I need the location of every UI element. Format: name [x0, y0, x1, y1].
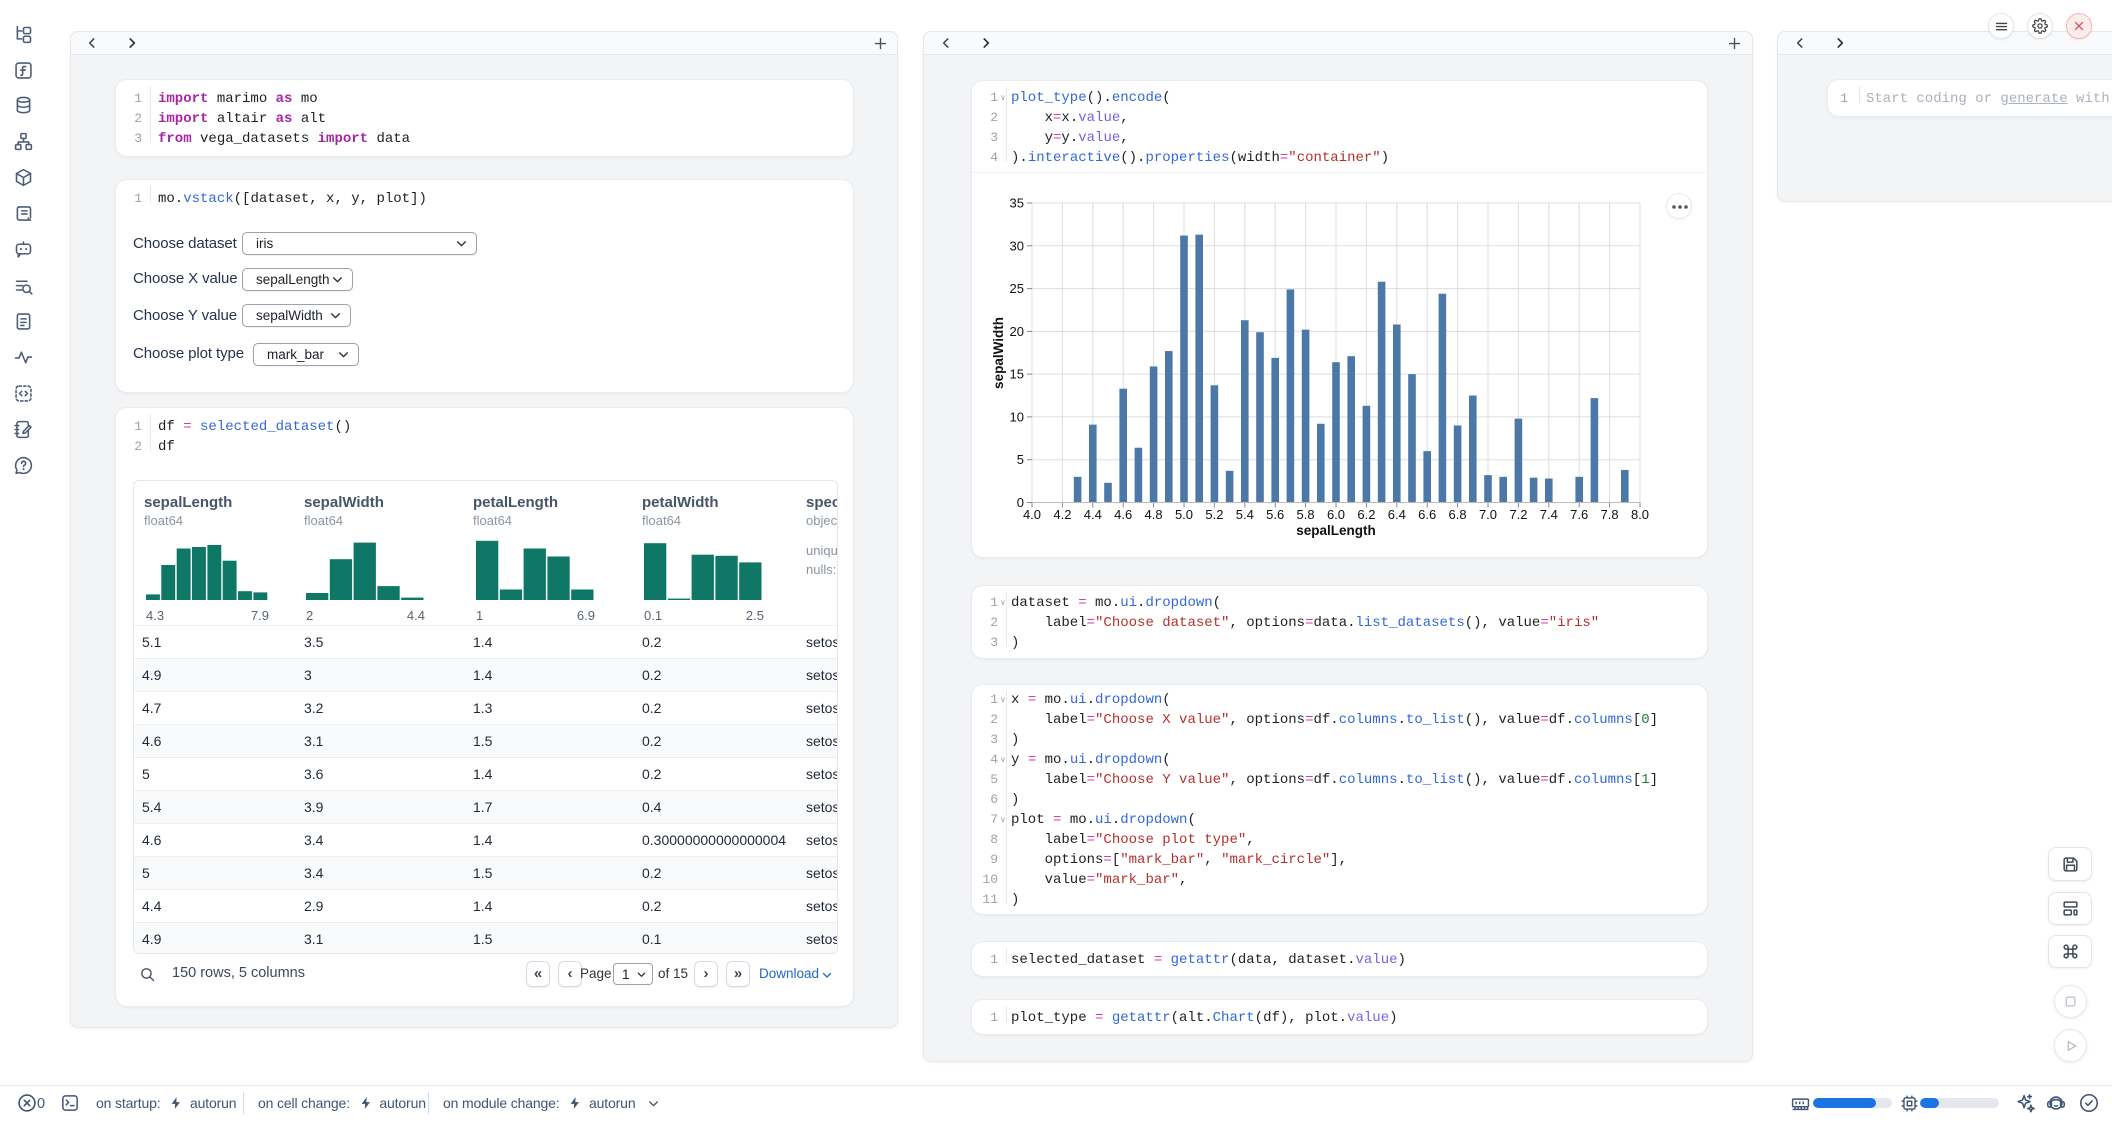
svg-text:30: 30 — [1010, 238, 1024, 253]
svg-text:7.2: 7.2 — [1509, 507, 1527, 522]
svg-text:5.4: 5.4 — [1236, 507, 1254, 522]
svg-text:15: 15 — [1010, 367, 1024, 382]
svg-text:20: 20 — [1010, 324, 1024, 339]
svg-text:4.8: 4.8 — [1145, 507, 1163, 522]
svg-text:sepalLength: sepalLength — [1296, 523, 1376, 538]
svg-text:0: 0 — [1017, 495, 1024, 510]
svg-text:4.6: 4.6 — [1114, 507, 1132, 522]
svg-text:4.0: 4.0 — [1023, 507, 1041, 522]
svg-text:4.4: 4.4 — [1084, 507, 1102, 522]
svg-text:8.0: 8.0 — [1631, 507, 1649, 522]
svg-text:7.4: 7.4 — [1540, 507, 1558, 522]
svg-text:35: 35 — [1010, 196, 1024, 211]
svg-text:6.4: 6.4 — [1388, 507, 1406, 522]
svg-text:5.0: 5.0 — [1175, 507, 1193, 522]
svg-text:6.2: 6.2 — [1357, 507, 1375, 522]
svg-text:sepalWidth: sepalWidth — [991, 317, 1006, 389]
svg-text:7.0: 7.0 — [1479, 507, 1497, 522]
svg-text:5.2: 5.2 — [1205, 507, 1223, 522]
svg-text:6.6: 6.6 — [1418, 507, 1436, 522]
svg-text:5.8: 5.8 — [1297, 507, 1315, 522]
svg-text:5.6: 5.6 — [1266, 507, 1284, 522]
svg-text:25: 25 — [1010, 281, 1024, 296]
svg-text:7.8: 7.8 — [1601, 507, 1619, 522]
svg-text:7.6: 7.6 — [1570, 507, 1588, 522]
svg-text:4.2: 4.2 — [1053, 507, 1071, 522]
svg-text:5: 5 — [1017, 452, 1024, 467]
svg-text:6.8: 6.8 — [1449, 507, 1467, 522]
svg-text:6.0: 6.0 — [1327, 507, 1345, 522]
svg-text:10: 10 — [1010, 409, 1024, 424]
